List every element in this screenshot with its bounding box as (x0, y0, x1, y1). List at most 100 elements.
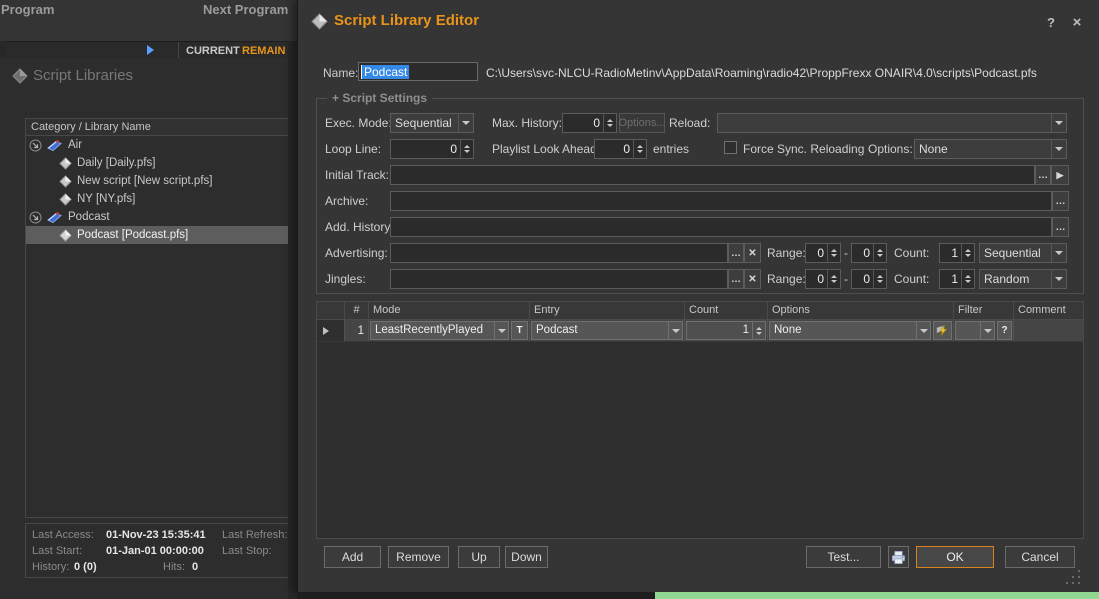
lightning-icon (936, 324, 949, 337)
jingles-browse-button[interactable]: … (728, 269, 744, 289)
jingles-clear-button[interactable]: ✕ (744, 269, 761, 289)
options-cell: None (768, 320, 954, 341)
filter-help-button[interactable]: ? (997, 321, 1012, 340)
name-input[interactable]: Podcast (358, 62, 478, 81)
advertising-clear-button[interactable]: ✕ (744, 243, 761, 263)
options-select[interactable]: None (914, 139, 1067, 159)
jingles-mode-select[interactable]: Random (979, 269, 1067, 289)
spinner-arrows[interactable] (460, 140, 473, 158)
progress-bar-green (655, 592, 1099, 599)
remain-column-label: REMAIN (242, 45, 285, 57)
spinner-arrows[interactable] (961, 244, 974, 262)
spinner-arrows[interactable] (873, 244, 886, 262)
test-button[interactable]: Test... (806, 546, 881, 568)
filter-select[interactable] (955, 321, 995, 340)
spinner-arrows[interactable] (873, 270, 886, 288)
close-button[interactable]: × (1068, 13, 1086, 31)
current-column-label: CURRENT (186, 45, 240, 57)
script-icon (59, 157, 72, 170)
max-history-value: 0 (563, 114, 603, 132)
tree-item-air[interactable]: Air (26, 136, 296, 154)
spinner-arrows[interactable] (633, 140, 646, 158)
reload-label: Reload: (669, 116, 710, 130)
chevron-down-icon[interactable] (458, 114, 473, 132)
printer-icon (891, 550, 906, 565)
advertising-range-label: Range: (767, 246, 806, 260)
mode-select[interactable]: LeastRecentlyPlayed (370, 321, 509, 340)
loop-line-value: 0 (391, 140, 460, 158)
spinner-arrows[interactable] (961, 270, 974, 288)
quick-options-button[interactable] (933, 321, 952, 340)
add-button[interactable]: Add (324, 546, 381, 568)
print-button[interactable] (888, 546, 909, 568)
chevron-down-icon[interactable] (1051, 114, 1066, 132)
ok-button[interactable]: OK (916, 546, 994, 568)
hits-label: Hits: (163, 561, 185, 573)
tree-item-new-script[interactable]: New script [New script.pfs] (26, 172, 296, 190)
archive-input[interactable] (390, 191, 1052, 211)
advertising-range-from-spinner[interactable]: 0 (805, 243, 841, 263)
entry-select[interactable]: Podcast (531, 321, 683, 340)
jingles-input[interactable] (390, 269, 728, 289)
advertising-range-to-spinner[interactable]: 0 (851, 243, 887, 263)
up-button[interactable]: Up (458, 546, 500, 568)
exec-mode-select[interactable]: Sequential (390, 113, 474, 133)
remove-button[interactable]: Remove (388, 546, 449, 568)
row-options-select[interactable]: None (769, 321, 931, 340)
comment-cell[interactable] (1014, 320, 1083, 341)
chevron-down-icon[interactable] (494, 322, 508, 339)
tree-item-ny[interactable]: NY [NY.pfs] (26, 190, 296, 208)
reload-select[interactable] (717, 113, 1067, 133)
loop-line-spinner[interactable]: 0 (390, 139, 474, 159)
script-libraries-panel: Script Libraries Category / Library Name… (0, 58, 297, 599)
spinner-arrows[interactable] (827, 244, 840, 262)
expander-icon[interactable] (29, 139, 42, 152)
next-program-label: Next Program (203, 2, 288, 17)
chevron-down-icon[interactable] (668, 322, 682, 339)
tree-item-podcast-selected[interactable]: Podcast [Podcast.pfs] (26, 226, 296, 244)
header-filter: Filter (954, 302, 1014, 319)
help-button[interactable]: ? (1042, 13, 1060, 31)
jingles-count-spinner[interactable]: 1 (939, 269, 975, 289)
max-history-spinner[interactable]: 0 (562, 113, 617, 133)
spinner-arrows[interactable] (752, 322, 765, 339)
table-row[interactable]: 1 LeastRecentlyPlayed T Podcast (317, 320, 1083, 342)
chevron-down-icon[interactable] (1051, 270, 1066, 288)
tree-item-daily[interactable]: Daily [Daily.pfs] (26, 154, 296, 172)
expander-icon[interactable] (29, 211, 42, 224)
row-number-cell: 1 (345, 320, 369, 341)
history-label: History: (32, 561, 69, 573)
spinner-arrows[interactable] (603, 114, 616, 132)
chevron-down-icon[interactable] (1051, 140, 1066, 158)
down-button[interactable]: Down (505, 546, 548, 568)
advertising-input[interactable] (390, 243, 728, 263)
tree-item-podcast-category[interactable]: Podcast (26, 208, 296, 226)
advertising-mode-select[interactable]: Sequential (979, 243, 1067, 263)
cancel-button[interactable]: Cancel (1005, 546, 1075, 568)
resize-grip[interactable] (1066, 570, 1084, 586)
advertising-count-spinner[interactable]: 1 (939, 243, 975, 263)
tree-item-label: New script [New script.pfs] (77, 175, 212, 187)
initial-track-input[interactable] (390, 165, 1035, 185)
track-type-button[interactable]: T (511, 321, 528, 340)
add-history-input[interactable] (390, 217, 1052, 237)
chevron-down-icon[interactable] (916, 322, 930, 339)
chevron-down-icon[interactable] (1051, 244, 1066, 262)
initial-track-browse-button[interactable]: … (1035, 165, 1051, 185)
jingles-range-to-spinner[interactable]: 0 (851, 269, 887, 289)
archive-browse-button[interactable]: … (1052, 191, 1069, 211)
count-spinner[interactable]: 1 (686, 321, 766, 340)
mode-value: LeastRecentlyPlayed (371, 322, 494, 339)
jingles-range-to-value: 0 (852, 270, 873, 288)
jingles-range-from-spinner[interactable]: 0 (805, 269, 841, 289)
playlist-look-ahead-spinner[interactable]: 0 (594, 139, 647, 159)
advertising-label: Advertising: (325, 246, 388, 260)
advertising-browse-button[interactable]: … (728, 243, 744, 263)
advertising-range-to-value: 0 (852, 244, 873, 262)
chevron-down-icon[interactable] (980, 322, 994, 339)
initial-track-play-button[interactable]: ▶ (1051, 165, 1069, 185)
window-bottom-strip (297, 592, 1099, 599)
spinner-arrows[interactable] (827, 270, 840, 288)
force-sync-checkbox[interactable] (724, 141, 737, 154)
add-history-browse-button[interactable]: … (1052, 217, 1069, 237)
